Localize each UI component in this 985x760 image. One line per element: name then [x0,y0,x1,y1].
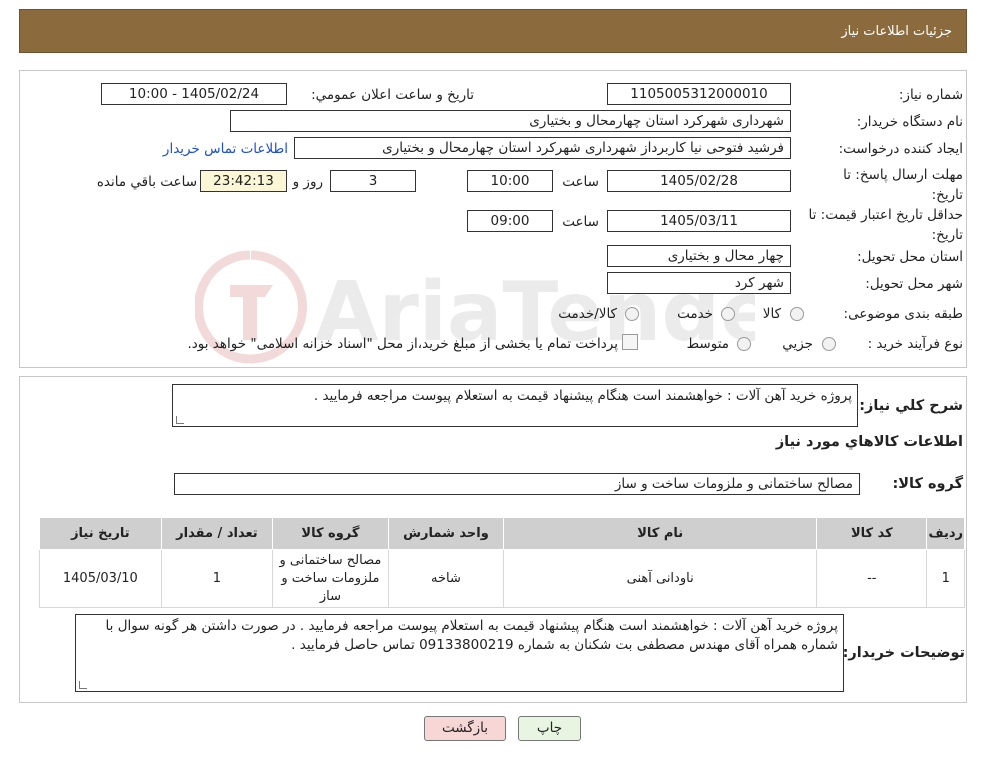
creator-field: فرشید فتوحی نیا کاربرداز شهرداری شهرکرد … [294,137,791,159]
validity-time-label: ساعت [562,214,599,230]
category-radio-service[interactable] [721,307,735,321]
process-note: پرداخت تمام يا بخشی از مبلغ خريد،از محل … [187,336,618,352]
category-radio-goods[interactable] [790,307,804,321]
days-field: 3 [330,170,416,192]
validity-time-field: 09:00 [467,210,553,232]
deadline-label: مهلت ارسال پاسخ: تا تاریخ: [843,167,963,203]
header-need-date: تاريخ نياز [39,517,162,550]
cell-unit: شاخه [387,549,505,608]
buyer-notes-textarea: پروژه خرید آهن آلات : خواهشمند است هنگام… [75,614,844,692]
city-field: شهر کرد [607,272,791,294]
page-header: جزئیات اطلاعات نیاز [19,9,967,53]
header-quantity: تعداد / مقدار [160,517,274,550]
resize-grip-icon[interactable] [176,416,184,424]
deadline-time-field: 10:00 [467,170,553,192]
days-label: روز و [292,174,323,190]
province-field: چهار محال و بختیاری [607,245,791,267]
cell-row-number: 1 [926,549,965,608]
header-goods-group: گروه کالا [272,517,389,550]
header-goods-name: نام کالا [503,517,818,550]
buyer-notes-label: توضيحات خريدار: [842,645,965,661]
page-title: جزئیات اطلاعات نیاز [841,24,952,39]
validity-label: حداقل تاريخ اعتبار قيمت: تا تاريخ: [808,207,963,243]
buyer-notes-text: پروژه خرید آهن آلات : خواهشمند است هنگام… [105,618,838,653]
cell-goods-name: ناودانی آهنی [503,549,818,608]
cell-quantity: 1 [160,549,274,608]
table-row: 1 -- ناودانی آهنی شاخه مصالح ساختمانی و … [39,549,965,608]
process-label: نوع فرآيند خريد : [867,336,963,352]
category-option-service: خدمت [677,306,713,322]
print-button[interactable]: چاپ [518,716,581,741]
deadline-date-field: 1405/02/28 [607,170,791,192]
need-number-field: 1105005312000010 [607,83,791,105]
buyer-label: نام دستگاه خريدار: [856,114,963,130]
buyer-field: شهرداری شهرکرد استان چهارمحال و بختیاری [230,110,791,132]
description-textarea: پروژه خرید آهن آلات : خواهشمند است هنگام… [172,384,858,427]
process-radio-minor[interactable] [822,337,836,351]
category-option-goods: کالا [762,306,781,322]
city-label: شهر محل تحويل: [865,276,963,292]
buyer-contact-link[interactable]: اطلاعات تماس خريدار [163,141,288,157]
process-option-minor: جزيي [782,336,813,352]
creator-label: ايجاد کننده درخواست: [838,141,963,157]
need-number-label: شماره نیاز: [898,87,963,103]
category-label: طبقه بندی موضوعی: [843,306,963,322]
goods-group-label: گروه کالا: [892,476,963,492]
remaining-time-field: 23:42:13 [200,170,287,192]
description-text: پروژه خرید آهن آلات : خواهشمند است هنگام… [313,388,852,404]
back-button[interactable]: بازگشت [424,716,506,741]
category-option-goods-service: کالا/خدمت [558,306,617,322]
goods-group-field: مصالح ساختمانی و ملزومات ساخت و ساز [174,473,860,495]
resize-grip-icon[interactable] [79,681,87,689]
description-label: شرح کلي نياز: [859,398,963,414]
cell-need-date: 1405/03/10 [39,549,162,608]
remaining-label: ساعت باقي مانده [96,174,197,190]
goods-info-title: اطلاعات کالاهاي مورد نياز [775,434,963,450]
header-goods-code: کد کالا [816,517,928,550]
treasury-checkbox[interactable] [622,334,638,350]
goods-table: رديف کد کالا نام کالا واحد شمارش گروه کا… [39,517,965,608]
table-header-row: رديف کد کالا نام کالا واحد شمارش گروه کا… [39,517,965,550]
process-option-medium: متوسط [686,336,729,352]
announce-datetime-field: 1405/02/24 - 10:00 [101,83,287,105]
cell-goods-group: مصالح ساختمانی و ملزومات ساخت و ساز [272,549,389,608]
announce-label: تاریخ و ساعت اعلان عمومي: [311,87,474,103]
process-radio-medium[interactable] [737,337,751,351]
category-radio-goods-service[interactable] [625,307,639,321]
province-label: استان محل تحويل: [857,249,963,265]
validity-date-field: 1405/03/11 [607,210,791,232]
header-unit: واحد شمارش [387,517,505,550]
header-row-number: رديف [926,517,965,550]
cell-goods-code: -- [816,549,928,608]
deadline-time-label: ساعت [562,174,599,190]
